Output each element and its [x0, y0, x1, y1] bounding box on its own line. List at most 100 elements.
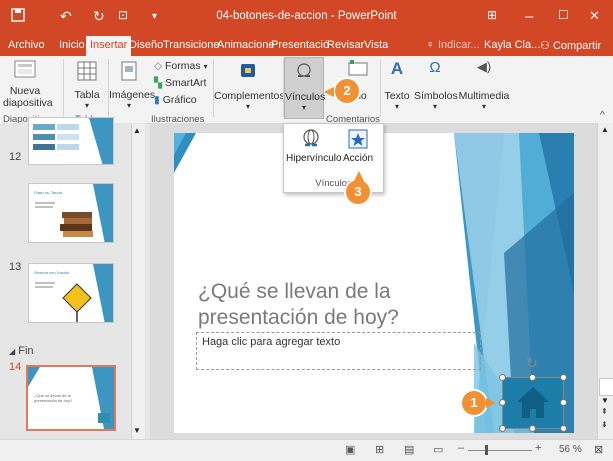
shapes-button[interactable]: ◇ Formas ▾ — [154, 60, 208, 72]
thumbnail-title: ¿Qué se llevan de la presentación de hoy… — [34, 393, 73, 403]
action-button-home[interactable] — [502, 377, 564, 429]
tab-animaciones[interactable]: Animacione — [217, 39, 274, 51]
scroll-down-icon[interactable]: ▼ — [601, 396, 609, 405]
images-label: Imágenes — [109, 89, 156, 101]
section-header[interactable]: ◢ Fin — [9, 345, 34, 357]
new-slide-button[interactable]: Nueva diapositiva — [3, 59, 53, 109]
previous-slide-icon[interactable]: ⇞ — [601, 407, 608, 416]
slide-thumbnail-selected[interactable]: ¿Qué se llevan de la presentación de hoy… — [26, 365, 116, 431]
store-icon — [241, 64, 255, 77]
symbols-button[interactable]: Ω Símbolos ▾ — [414, 59, 458, 111]
addins-button[interactable]: Complementos ▾ — [214, 59, 285, 111]
resize-handle[interactable] — [499, 425, 506, 432]
hyperlink-button[interactable]: Hipervínculo — [286, 128, 342, 164]
table-dropdown-icon: ▾ — [84, 101, 89, 110]
chart-button[interactable]: ▮ Gráfico — [154, 94, 197, 106]
section-label: Fin — [18, 345, 34, 357]
resize-handle[interactable] — [529, 374, 536, 381]
resize-handle[interactable] — [499, 399, 506, 406]
new-slide-icon — [14, 60, 36, 78]
tab-revisar[interactable]: Revisar — [327, 39, 364, 51]
zoom-out-icon[interactable]: – — [458, 442, 464, 454]
ribbon-display-icon[interactable]: ⊞ — [487, 8, 497, 22]
tab-inicio[interactable]: Inicio — [59, 39, 85, 51]
resize-handle[interactable] — [560, 399, 567, 406]
rotate-handle-icon[interactable]: ↻ — [526, 355, 538, 372]
maximize-icon[interactable]: ☐ — [558, 8, 569, 22]
share-icon: ⚇ — [540, 40, 550, 52]
zoom-level[interactable]: 56 % — [559, 444, 582, 455]
window-title: 04-botones-de-accion - PowerPoint — [216, 10, 397, 22]
action-star-icon — [348, 129, 368, 149]
scroll-up-icon[interactable]: ▲ — [601, 125, 609, 134]
reading-view-icon[interactable]: ▤ — [404, 443, 414, 456]
slide-sorter-icon[interactable]: ⊞ — [375, 443, 384, 456]
ribbon: Nueva diapositiva Tabla ▾ Imágenes ▾ ◇ F… — [0, 56, 613, 125]
tab-archivo[interactable]: Archivo — [8, 39, 45, 51]
next-slide-icon[interactable]: ⇟ — [601, 420, 608, 429]
tab-transiciones[interactable]: Transicione — [163, 39, 219, 51]
scroll-down-icon[interactable]: ▼ — [133, 426, 141, 435]
resize-handle[interactable] — [529, 425, 536, 432]
smartart-button[interactable]: ▚ SmartArt — [154, 77, 206, 89]
close-icon[interactable]: ✕ — [589, 8, 600, 24]
resize-handle[interactable] — [499, 374, 506, 381]
slide-thumbnail[interactable]: Sembra con l'uscita — [28, 263, 114, 323]
symbols-dropdown-icon: ▾ — [432, 102, 437, 111]
slide-number: 13 — [9, 261, 22, 273]
collapse-ribbon-icon[interactable]: ^ — [600, 110, 605, 121]
slide-thumbnail[interactable] — [28, 117, 114, 165]
slide-number: 12 — [9, 151, 22, 163]
scroll-thumb[interactable] — [599, 378, 613, 396]
smartart-label: SmartArt — [165, 77, 207, 89]
media-dropdown-icon: ▾ — [481, 102, 486, 111]
resize-handle[interactable] — [560, 425, 567, 432]
step-callout-1: 1 — [462, 391, 486, 415]
callout-pointer — [324, 87, 334, 97]
zoom-slider[interactable] — [468, 450, 532, 451]
omega-icon: Ω — [429, 59, 441, 76]
images-dropdown-icon: ▾ — [126, 101, 131, 110]
comment-icon — [348, 60, 368, 76]
slide-thumbnail[interactable]: Flash vs. Tanda — [28, 183, 114, 243]
home-icon — [517, 387, 549, 418]
tab-diseno[interactable]: Diseño — [129, 39, 163, 51]
images-button[interactable]: Imágenes ▾ — [109, 59, 156, 110]
scroll-up-icon[interactable]: ▲ — [133, 126, 141, 135]
minimize-icon[interactable]: – — [525, 8, 533, 25]
thumbnail-scrollbar[interactable]: ▲ ▼ — [131, 124, 145, 439]
tab-insertar[interactable]: Insertar — [86, 36, 132, 56]
text-button[interactable]: A Texto ▾ — [383, 59, 411, 111]
links-dropdown-icon: ▾ — [301, 103, 306, 112]
links-dropdown: Hipervínculo Acción Vínculos — [283, 123, 384, 193]
link-icon — [297, 63, 311, 77]
tell-me-input[interactable]: Indicar... — [438, 39, 480, 51]
zoom-in-icon[interactable]: + — [535, 442, 541, 454]
links-button[interactable]: Vínculos ▾ — [284, 57, 325, 119]
tab-presentacion[interactable]: Presentació — [271, 39, 329, 51]
thumbnail-title: Sembra con l'uscita — [34, 270, 69, 275]
speaker-icon: ◀) — [476, 59, 492, 74]
thumbnail-title: Flash vs. Tanda — [34, 190, 62, 195]
table-button[interactable]: Tabla ▾ — [70, 59, 104, 110]
normal-view-icon[interactable]: ▣ — [345, 443, 355, 456]
content-placeholder[interactable]: Haga clic para agregar texto — [196, 332, 481, 370]
zoom-slider-thumb[interactable] — [485, 445, 488, 455]
share-label: Compartir — [552, 40, 602, 52]
title-bar: ↶ ↻ ⊡ ▾ 04-botones-de-accion - PowerPoin… — [0, 0, 613, 36]
slide-scrollbar[interactable]: ▲ ▼ ⇞ ⇟ — [597, 123, 613, 439]
slideshow-icon[interactable]: ▭ — [433, 443, 443, 456]
media-button[interactable]: ◀) Multimedia ▾ — [458, 59, 510, 111]
tab-vista[interactable]: Vista — [364, 39, 388, 51]
share-button[interactable]: ⚇ Compartir — [540, 39, 601, 52]
step-callout-3: 3 — [346, 180, 370, 204]
text-label: Texto — [384, 90, 410, 102]
shapes-dropdown-icon: ▾ — [203, 62, 208, 71]
slide-number: 14 — [9, 361, 22, 373]
table-label: Tabla — [74, 89, 100, 101]
action-button[interactable]: Acción — [338, 128, 378, 164]
resize-handle[interactable] — [560, 374, 567, 381]
user-name[interactable]: Kayla Cla... — [484, 39, 540, 51]
fit-to-window-icon[interactable]: ⊠ — [594, 443, 603, 456]
slide-title[interactable]: ¿Qué se llevan de la presentación de hoy… — [198, 279, 458, 331]
